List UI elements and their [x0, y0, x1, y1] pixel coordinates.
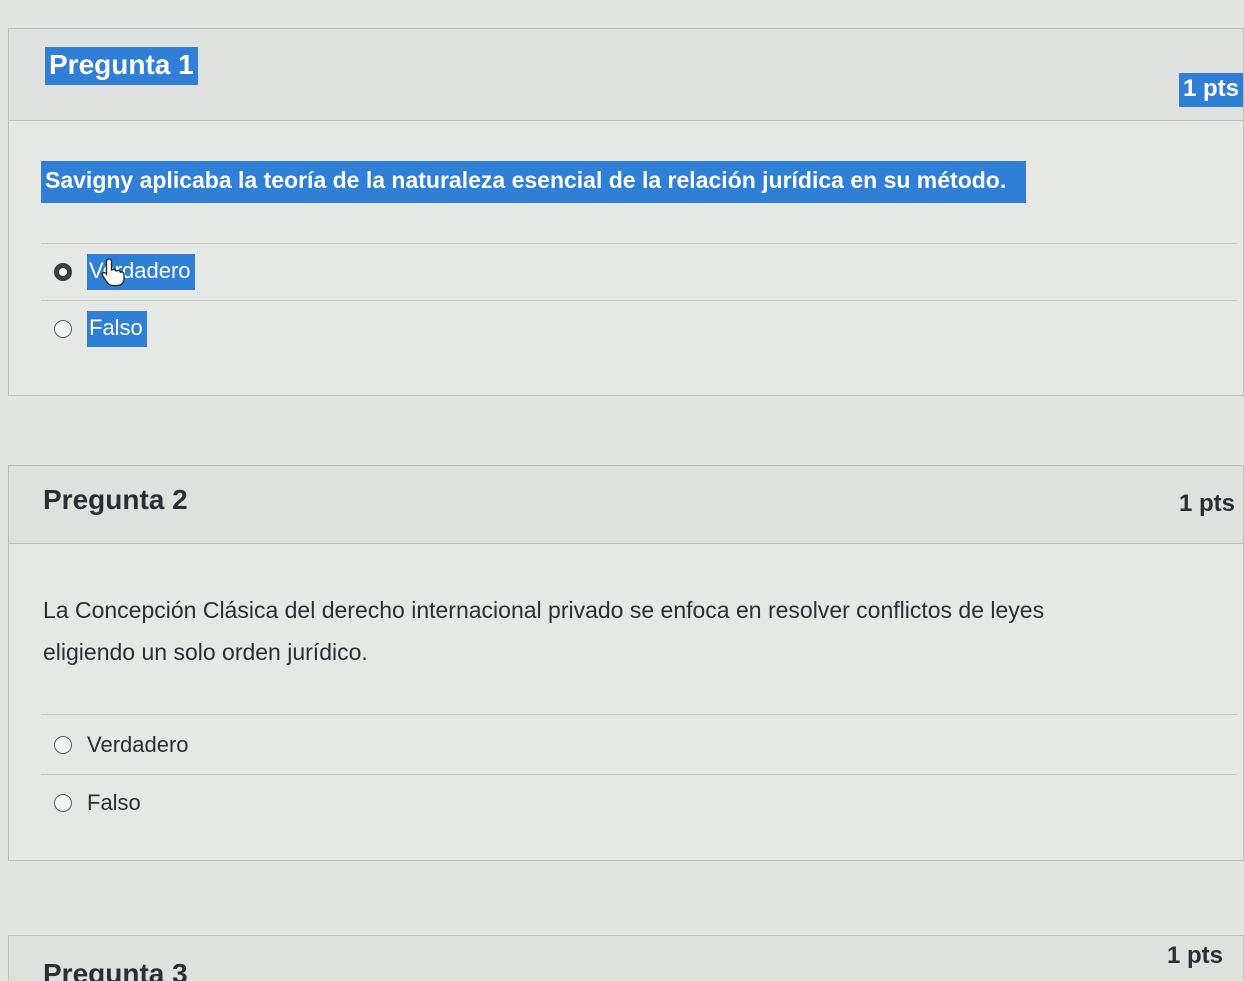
- question-1-title: Pregunta 1: [45, 47, 198, 85]
- question-2-header: Pregunta 2 1 pts: [9, 466, 1243, 544]
- quiz-page: Pregunta 1 1 pts Savigny aplicaba la teo…: [0, 0, 1244, 981]
- answer-verdadero[interactable]: Verdadero: [41, 716, 1237, 773]
- question-3-header: Pregunta 3 1 pts: [9, 936, 1243, 981]
- answer-verdadero[interactable]: Verdadero: [41, 243, 1237, 300]
- hand-pointer-icon: [101, 258, 125, 287]
- question-3: Pregunta 3 1 pts: [8, 935, 1244, 981]
- answer-falso[interactable]: Falso: [41, 774, 1237, 831]
- question-1-points: 1 pts: [1178, 73, 1243, 107]
- radio-unselected-icon[interactable]: [54, 319, 72, 338]
- answer-label[interactable]: Falso: [87, 790, 141, 816]
- question-2-text-line-1: La Concepción Clásica del derecho intern…: [43, 597, 1045, 623]
- question-1-body: Savigny aplicaba la teoría de la natural…: [9, 121, 1243, 395]
- question-2-points: 1 pts: [1178, 490, 1235, 517]
- question-2-text-line-2: eligiendo un solo orden jurídico.: [43, 639, 368, 665]
- answer-falso[interactable]: Falso: [41, 300, 1237, 357]
- radio-unselected-icon[interactable]: [54, 735, 72, 754]
- question-2-body: La Concepción Clásica del derecho intern…: [9, 544, 1243, 860]
- radio-selected-icon[interactable]: [54, 262, 72, 281]
- question-1-header: Pregunta 1 1 pts: [9, 29, 1243, 121]
- question-1: Pregunta 1 1 pts Savigny aplicaba la teo…: [8, 28, 1244, 396]
- question-2: Pregunta 2 1 pts La Concepción Clásica d…: [8, 465, 1244, 861]
- answer-label[interactable]: Falso: [87, 310, 147, 347]
- answer-label[interactable]: Verdadero: [87, 732, 189, 758]
- radio-unselected-icon[interactable]: [54, 793, 72, 812]
- question-3-points: 1 pts: [1166, 942, 1223, 969]
- question-1-text: Savigny aplicaba la teoría de la natural…: [41, 161, 1027, 203]
- question-2-title: Pregunta 2: [43, 484, 188, 515]
- question-3-title: Pregunta 3: [43, 958, 188, 981]
- answers-separator: [41, 714, 1237, 715]
